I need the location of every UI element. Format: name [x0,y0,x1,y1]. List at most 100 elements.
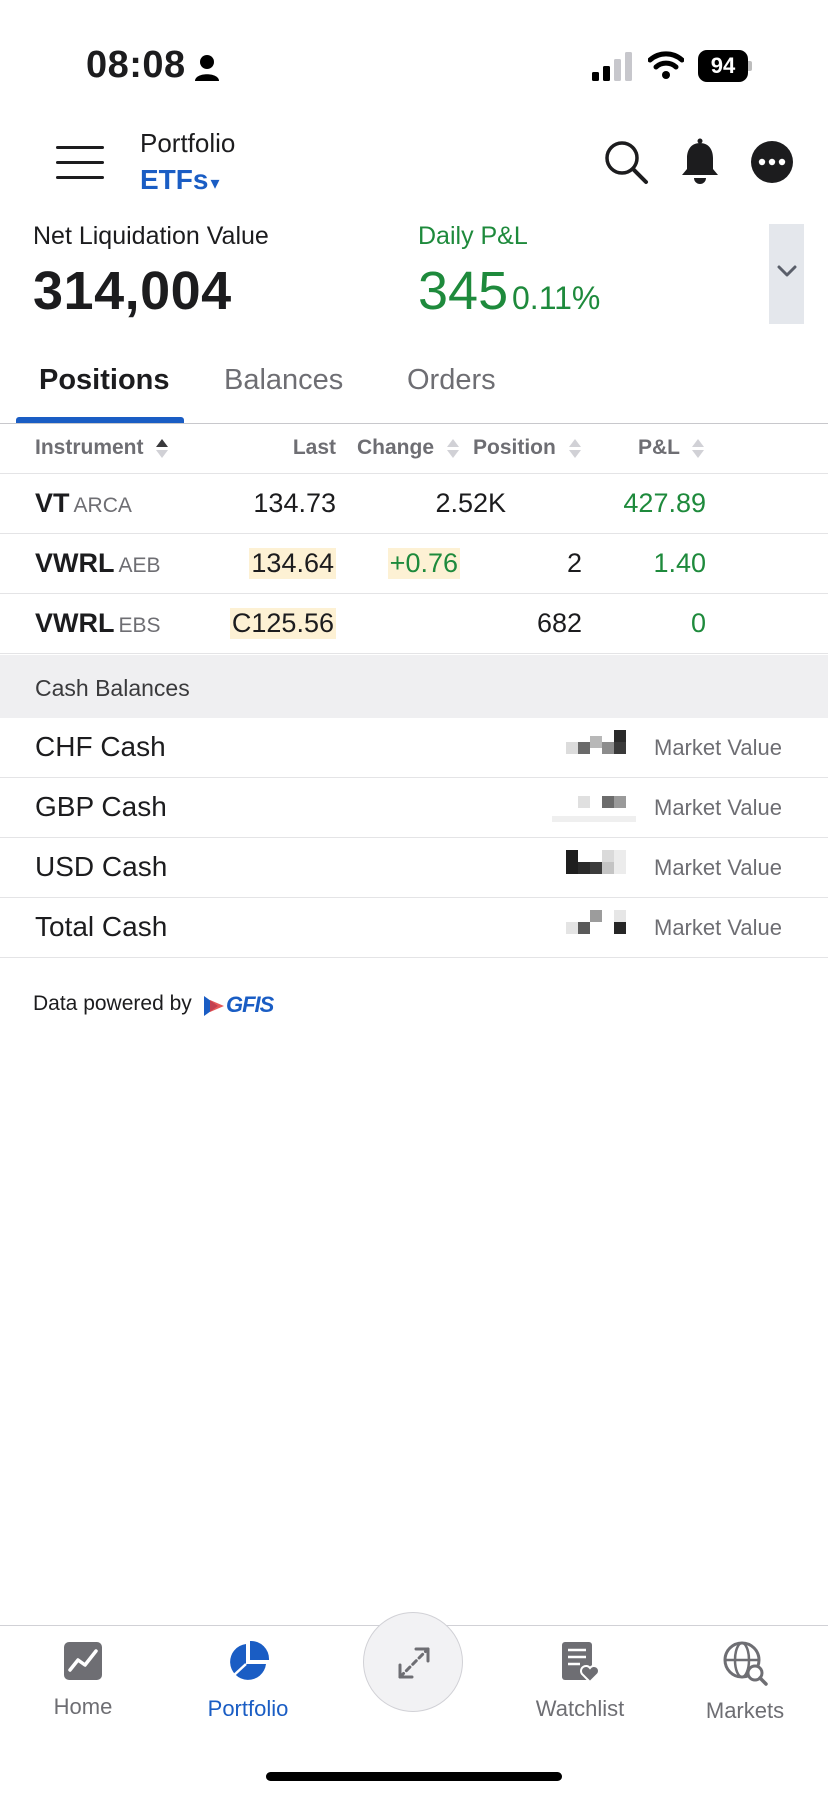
more-options-icon[interactable] [748,138,796,186]
person-icon [195,55,219,81]
position-symbol: VT ARCA [35,488,132,519]
net-liquidation-label: Net Liquidation Value [33,222,269,250]
expand-summary-button[interactable] [769,224,804,324]
nav-label: Portfolio [207,1696,289,1721]
battery-cap [748,61,752,71]
gfis-logo-mark [204,996,224,1016]
column-position[interactable]: Position [473,436,582,460]
cash-currency-name: Total Cash [35,911,168,942]
symbol-text: VT [35,488,70,518]
caret-down-icon: ▾ [210,173,220,193]
sort-asc-icon [156,439,169,459]
position-pnl: 427.89 [623,488,706,518]
cash-row[interactable]: GBP Cash Market Value [0,778,828,838]
chart-home-icon [64,1642,102,1680]
market-value-label: Market Value [654,915,782,940]
market-value-label: Market Value [654,735,782,760]
exchange-text: EBS [118,614,161,637]
cash-row[interactable]: Total Cash Market Value [0,898,828,958]
tab-positions[interactable]: Positions [39,364,170,397]
watchlist-icon [562,1642,600,1684]
battery-level: 94 [698,50,748,82]
exchange-text: AEB [118,554,161,577]
account-selector[interactable]: ETFs ▾ [140,164,220,196]
column-change[interactable]: Change [357,436,460,460]
symbol-text: VWRL [35,608,115,638]
position-pnl: 1.40 [653,548,706,578]
column-last[interactable]: Last [293,436,336,460]
sort-icon [446,439,459,459]
account-name: ETFs [140,164,209,195]
market-value-label: Market Value [654,795,782,820]
nav-portfolio[interactable]: Portfolio [178,1640,318,1722]
account-summary: Net Liquidation Value 314,004 Daily P&L … [0,220,828,340]
cellular-signal-icon [592,52,632,81]
redacted-value [552,790,636,826]
cash-balances-header: Cash Balances [0,655,828,718]
column-pnl[interactable]: P&L [638,436,705,460]
redacted-value [552,730,636,766]
position-row[interactable]: VT ARCA 134.73 2.52K 427.89 [0,474,828,534]
last-price: C125.56 [229,608,336,639]
gfis-logo-text: GFIS [226,992,274,1017]
daily-pnl-label: Daily P&L [418,222,528,250]
nav-label: Home [53,1694,113,1719]
nav-watchlist[interactable]: Watchlist [510,1640,650,1722]
search-icon[interactable] [602,138,650,186]
nav-home[interactable]: Home [13,1640,153,1720]
position-symbol: VWRL AEB [35,548,161,579]
active-tab-indicator [16,417,184,423]
position-pnl: 0 [690,608,706,638]
header-section-label: Portfolio [140,128,236,158]
menu-icon[interactable] [56,146,104,182]
status-bar: 08:08 94 [0,0,828,120]
position-symbol: VWRL EBS [35,608,161,639]
sort-icon [568,439,581,459]
nav-label: Markets [705,1698,785,1723]
app-header: Portfolio ETFs ▾ [0,120,828,220]
portfolio-tabs: Positions Balances Orders [0,346,828,424]
wifi-icon [648,51,684,79]
last-price: 134.73 [253,488,336,518]
last-price: 134.64 [249,548,336,579]
column-label: Position [473,436,556,459]
net-liquidation-value: 314,004 [33,261,232,321]
exchange-text: ARCA [73,494,132,517]
gfis-logo: GFIS [204,992,274,1020]
cash-row[interactable]: USD Cash Market Value [0,838,828,898]
cash-currency-name: CHF Cash [35,731,166,762]
data-credit-text: Data powered by [33,992,192,1015]
trade-action-button[interactable] [363,1612,463,1712]
column-label: Change [357,436,435,459]
section-title: Cash Balances [35,675,190,701]
battery-icon: 94 [698,50,752,82]
cash-currency-name: USD Cash [35,851,168,882]
daily-pnl-value: 345 [418,261,509,321]
symbol-text: VWRL [35,548,115,578]
position-size: 2 [566,548,582,578]
daily-pnl-percent: 0.11% [512,280,601,316]
nav-label: Watchlist [535,1696,625,1721]
tab-balances[interactable]: Balances [224,364,343,397]
chevron-down-icon [777,265,797,277]
nav-markets[interactable]: Markets [675,1640,815,1724]
position-size: 682 [536,608,582,638]
tab-orders[interactable]: Orders [407,364,496,397]
price-change: +0.76 [387,548,460,579]
position-row[interactable]: VWRL AEB 134.64 +0.76 2 1.40 [0,534,828,594]
column-instrument[interactable]: Instrument [35,436,169,460]
position-row[interactable]: VWRL EBS C125.56 682 0 [0,594,828,654]
bell-icon[interactable] [676,138,724,186]
column-label: P&L [638,436,680,459]
position-size: 2.52K [435,488,506,518]
column-label: Instrument [35,436,144,459]
cash-currency-name: GBP Cash [35,791,167,822]
positions-column-header: Instrument Last Change Position P&L [0,424,828,474]
redacted-value [552,910,636,946]
redacted-value [552,850,636,886]
globe-search-icon [723,1641,768,1686]
sort-icon [692,439,705,459]
market-value-label: Market Value [654,855,782,880]
cash-row[interactable]: CHF Cash Market Value [0,718,828,778]
status-time: 08:08 [86,44,186,86]
